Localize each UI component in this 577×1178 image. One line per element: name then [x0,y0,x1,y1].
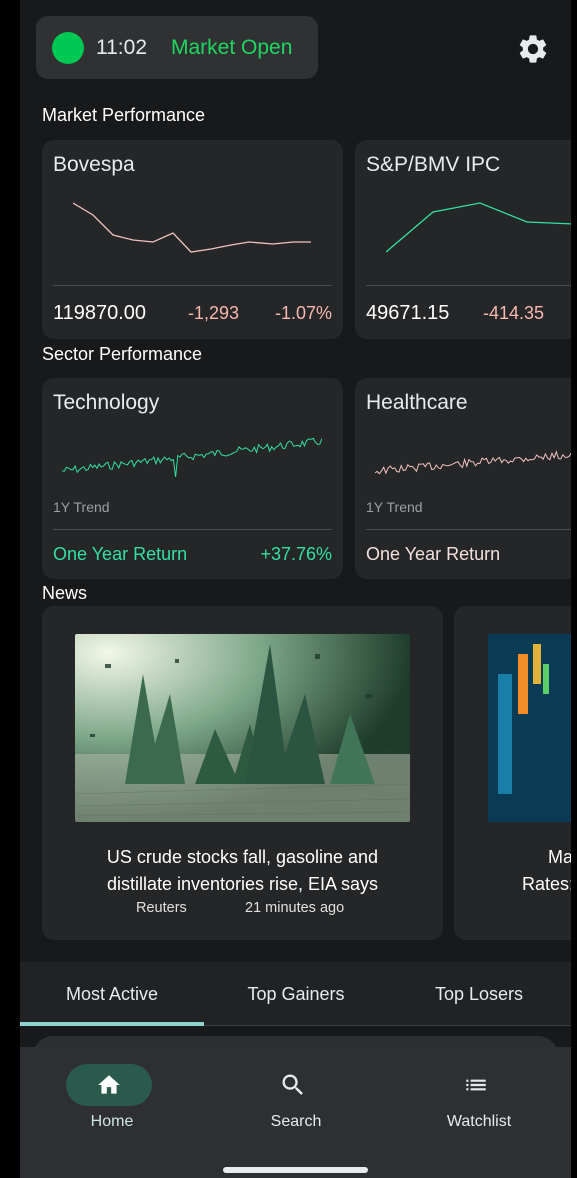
nav-search[interactable]: Search [204,1047,388,1157]
tab-active-indicator [20,1022,204,1026]
sector-card-healthcare[interactable]: Healthcare 1Y Trend One Year Return [355,378,571,579]
news-headline: US crude stocks fall, gasoline and disti… [106,847,379,894]
market-card-sp-bmv-ipc[interactable]: S&P/BMV IPC 49671.15 -414.35 [355,140,571,339]
market-open-indicator [52,31,84,64]
nav-icon-wrap [250,1064,336,1106]
sector-return-value: +37.76% [260,544,332,564]
news-image [488,634,571,822]
market-status-text: Market Open [171,35,293,59]
sector-performance-title: Sector Performance [42,344,203,364]
tab-most-active[interactable]: Most Active [20,962,204,1026]
watchlist-icon [466,1079,486,1091]
sector-sparkline [375,450,571,475]
market-sparkline [386,202,571,253]
nav-home-active-pill [66,1064,152,1106]
app-screen: 11:02 Market Open Market Performance Bov… [20,0,571,1178]
nav-label: Search [270,1113,322,1130]
sector-card-technology[interactable]: Technology 1Y Trend One Year Return +37.… [42,378,343,579]
sector-return-label: One Year Return [366,544,501,564]
home-indicator [223,1167,368,1173]
market-sparkline [73,202,311,253]
market-name: S&P/BMV IPC [366,153,501,176]
news-headline: Mar Rates: [522,847,571,894]
nav-icon-wrap [433,1064,519,1106]
market-change: -414.35 [483,303,545,323]
news-card[interactable]: Mar Rates: [454,606,571,940]
bottom-navigation: Home Search Watchlist [20,1047,571,1178]
market-performance-title: Market Performance [42,105,206,125]
market-name: Bovespa [53,153,135,176]
nav-watchlist[interactable]: Watchlist [387,1047,571,1157]
news-image [75,634,410,822]
market-cards-row: Bovespa 119870.00 -1,293 -1.07% S&P/BMV … [42,140,571,340]
home-icon [98,1075,120,1094]
market-value: 49671.15 [366,302,450,324]
card-divider [53,529,332,530]
settings-button[interactable] [516,32,550,66]
news-title: News [42,583,88,603]
news-time: 21 minutes ago [245,900,345,916]
market-card-bovespa[interactable]: Bovespa 119870.00 -1,293 -1.07% [42,140,343,339]
gear-icon [519,35,547,63]
sector-trend-label: 1Y Trend [366,499,423,515]
market-time: 11:02 [96,35,147,59]
sector-name: Healthcare [366,391,468,414]
sector-return-label: One Year Return [53,544,188,564]
nav-home[interactable]: Home [20,1047,204,1157]
card-divider [53,285,332,286]
search-icon [282,1074,303,1095]
market-change: -1,293 [188,303,240,323]
sector-trend-label: 1Y Trend [53,499,110,515]
market-value: 119870.00 [53,302,147,324]
news-card[interactable]: US crude stocks fall, gasoline and disti… [42,606,443,940]
list-tabs: Most Active Top Gainers Top Losers [20,962,571,1026]
sector-sparkline [62,437,322,478]
tab-top-losers[interactable]: Top Losers [387,962,571,1026]
sector-name: Technology [53,391,160,414]
market-percent: -1.07% [274,303,332,323]
nav-label: Home [90,1113,134,1130]
news-source: Reuters [136,900,187,916]
tab-top-gainers[interactable]: Top Gainers [204,962,388,1026]
news-cards-row: US crude stocks fall, gasoline and disti… [42,606,571,942]
market-status-pill: 11:02 Market Open [36,16,318,79]
card-divider [366,529,571,530]
nav-label: Watchlist [446,1113,512,1130]
sector-cards-row: Technology 1Y Trend One Year Return +37.… [42,378,571,580]
card-divider [366,285,571,286]
